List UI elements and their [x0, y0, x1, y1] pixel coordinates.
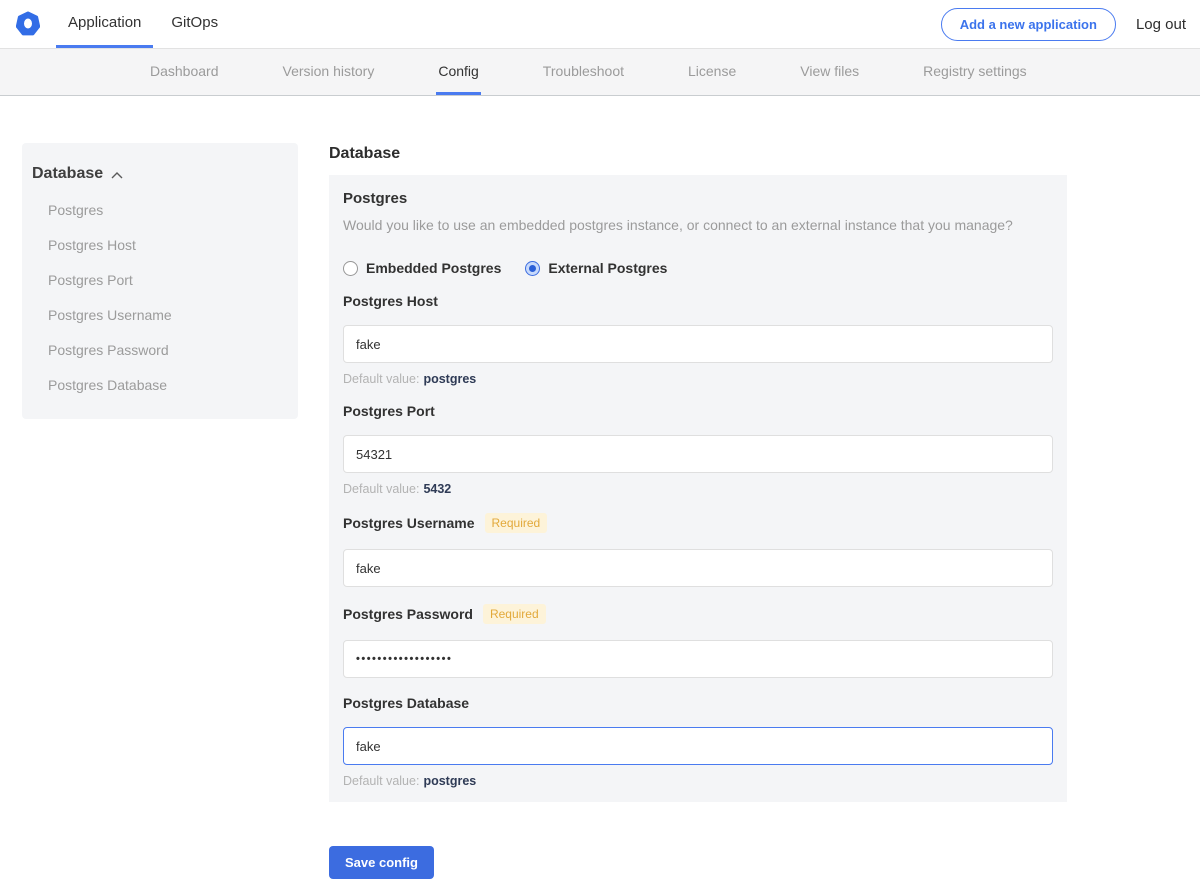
field-postgres-host: Postgres Host Default value: postgres — [343, 293, 1053, 386]
subnav-tab-dashboard[interactable]: Dashboard — [148, 49, 221, 95]
postgres-username-input[interactable] — [343, 549, 1053, 587]
sidebar-item-postgres[interactable]: Postgres — [48, 202, 298, 218]
field-label: Postgres Host — [343, 293, 438, 309]
field-postgres-database: Postgres Database Default value: postgres — [343, 695, 1053, 788]
sidebar-item-postgres-username[interactable]: Postgres Username — [48, 307, 298, 323]
subnav-tab-version-history[interactable]: Version history — [281, 49, 377, 95]
hint-label: Default value: — [343, 482, 419, 496]
hint-label: Default value: — [343, 774, 419, 788]
subnav-tab-view-files[interactable]: View files — [798, 49, 861, 95]
required-badge: Required — [485, 513, 548, 533]
field-label: Postgres Port — [343, 403, 435, 419]
hint-value: postgres — [423, 372, 476, 386]
sidebar-item-postgres-database[interactable]: Postgres Database — [48, 377, 298, 393]
field-postgres-password: Postgres Password Required — [343, 604, 1053, 678]
hint-value: 5432 — [423, 482, 451, 496]
tab-gitops[interactable]: GitOps — [159, 0, 230, 48]
page-title: Database — [329, 145, 1067, 163]
radio-external-postgres[interactable]: External Postgres — [525, 260, 667, 276]
config-main: Database Postgres Would you like to use … — [329, 145, 1067, 879]
sidebar-group-label: Database — [32, 165, 103, 183]
chevron-up-icon — [111, 172, 123, 179]
radio-checked-icon[interactable] — [525, 261, 540, 276]
default-value-hint: Default value: postgres — [343, 774, 1053, 788]
default-value-hint: Default value: 5432 — [343, 482, 1053, 496]
sidebar-item-postgres-port[interactable]: Postgres Port — [48, 272, 298, 288]
field-label: Postgres Username — [343, 515, 475, 531]
required-badge: Required — [483, 604, 546, 624]
app-logo-icon — [16, 11, 40, 37]
field-postgres-port: Postgres Port Default value: 5432 — [343, 403, 1053, 496]
radio-external-postgres-label: External Postgres — [548, 260, 667, 276]
tab-application-label: Application — [68, 14, 141, 31]
group-help-text: Would you like to use an embedded postgr… — [343, 215, 1053, 235]
radio-unchecked-icon[interactable] — [343, 261, 358, 276]
app-subnav: Dashboard Version history Config Trouble… — [0, 48, 1200, 96]
subnav-tab-license[interactable]: License — [686, 49, 738, 95]
add-application-button[interactable]: Add a new application — [941, 8, 1116, 41]
sidebar-item-postgres-password[interactable]: Postgres Password — [48, 342, 298, 358]
config-group-panel: Postgres Would you like to use an embedd… — [329, 175, 1067, 802]
header-actions: Add a new application Log out — [941, 0, 1200, 48]
field-label: Postgres Database — [343, 695, 469, 711]
sidebar-item-list: Postgres Postgres Host Postgres Port Pos… — [22, 202, 298, 393]
tab-application[interactable]: Application — [56, 0, 153, 48]
hint-label: Default value: — [343, 372, 419, 386]
content-area: Database Postgres Postgres Host Postgres… — [0, 96, 1200, 879]
tab-gitops-label: GitOps — [171, 14, 218, 31]
logout-button[interactable]: Log out — [1136, 16, 1186, 33]
field-postgres-username: Postgres Username Required — [343, 513, 1053, 587]
postgres-port-input[interactable] — [343, 435, 1053, 473]
postgres-database-input[interactable] — [343, 727, 1053, 765]
hint-value: postgres — [423, 774, 476, 788]
top-tabs: Application GitOps — [56, 0, 236, 48]
postgres-password-input[interactable] — [343, 640, 1053, 678]
top-header: Application GitOps Add a new application… — [0, 0, 1200, 48]
subnav-tab-registry-settings[interactable]: Registry settings — [921, 49, 1028, 95]
field-label: Postgres Password — [343, 606, 473, 622]
postgres-host-input[interactable] — [343, 325, 1053, 363]
subnav-tab-troubleshoot[interactable]: Troubleshoot — [541, 49, 626, 95]
group-title: Postgres — [343, 190, 1053, 207]
config-sidebar: Database Postgres Postgres Host Postgres… — [22, 143, 298, 419]
subnav-tab-config[interactable]: Config — [436, 49, 480, 95]
sidebar-group-database[interactable]: Database — [22, 165, 298, 183]
radio-embedded-postgres[interactable]: Embedded Postgres — [343, 260, 501, 276]
default-value-hint: Default value: postgres — [343, 372, 1053, 386]
app-logo[interactable] — [0, 0, 56, 48]
save-config-button[interactable]: Save config — [329, 846, 434, 879]
radio-embedded-postgres-label: Embedded Postgres — [366, 260, 501, 276]
postgres-type-radio-group: Embedded Postgres External Postgres — [343, 260, 1053, 276]
sidebar-item-postgres-host[interactable]: Postgres Host — [48, 237, 298, 253]
